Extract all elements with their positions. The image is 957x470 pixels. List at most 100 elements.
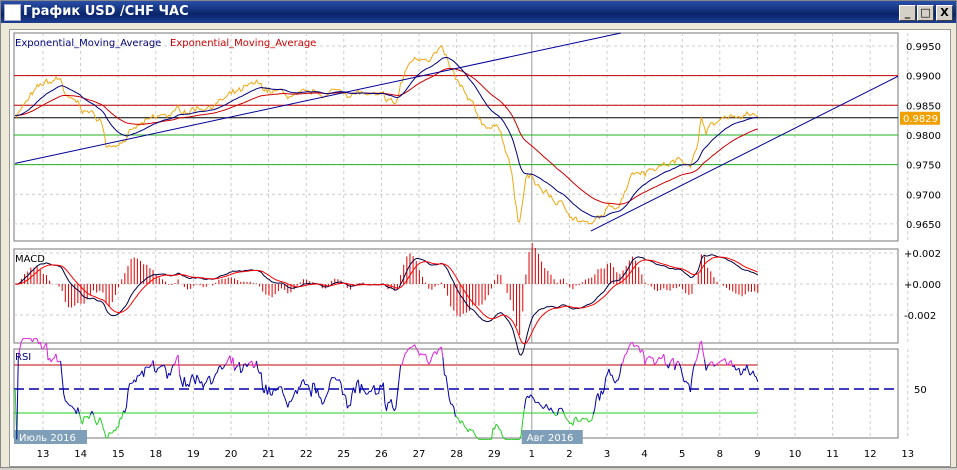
rsi-line-segment (324, 398, 326, 403)
price-tick-label: 0.9800 (906, 131, 941, 142)
ema-slow-line (15, 69, 758, 205)
rsi-line-segment (206, 378, 208, 382)
rsi-line-segment (136, 376, 138, 382)
rsi-line-segment (623, 355, 625, 362)
rsi-line-segment (51, 359, 53, 362)
rsi-line-segment (303, 379, 305, 384)
rsi-line-segment (449, 398, 451, 404)
rsi-line-segment (247, 363, 249, 366)
rsi-line-segment (476, 436, 478, 437)
rsi-line-segment (65, 401, 67, 403)
rsi-line-segment (695, 359, 697, 363)
rsi-line-segment (402, 358, 404, 364)
rsi-line-segment (285, 397, 287, 402)
rsi-line-segment (465, 427, 467, 428)
rsi-line-segment (437, 350, 439, 354)
minimize-button[interactable]: _ (899, 5, 916, 21)
rsi-line-segment (454, 407, 456, 416)
rsi-line-segment (692, 367, 694, 377)
rsi-line-segment (742, 369, 744, 374)
rsi-line-segment (664, 354, 666, 364)
rsi-line-segment (159, 366, 161, 368)
rsi-line-segment (252, 361, 254, 368)
rsi-line-segment (253, 367, 255, 368)
rsi-line-segment (501, 430, 503, 436)
rsi-line-segment (661, 358, 663, 359)
rsi-line-segment (556, 415, 558, 416)
rsi-line-segment (115, 427, 117, 431)
rsi-line-segment (288, 402, 290, 408)
rsi-line-segment (567, 419, 569, 421)
rsi-line-segment (300, 381, 302, 387)
rsi-line-segment (56, 354, 58, 362)
rsi-line-segment (600, 391, 602, 401)
rsi-line-segment (621, 363, 623, 364)
rsi-line-segment (419, 354, 421, 356)
chart-area[interactable]: 1314151819202122252627282912345891011121… (9, 29, 951, 467)
rsi-line-segment (153, 360, 155, 371)
x-tick-label: 18 (149, 449, 162, 460)
rsi-line-segment (386, 402, 388, 410)
rsi-line-segment (612, 375, 614, 380)
rsi-line-segment (587, 419, 589, 422)
rsi-line-segment (311, 383, 313, 397)
title-bar[interactable]: График USD /CHF ЧАС _ □ X (1, 1, 956, 23)
rsi-line-segment (175, 358, 177, 364)
rsi-line-segment (426, 354, 428, 360)
rsi-panel (14, 349, 898, 438)
rsi-line-segment (639, 347, 641, 353)
x-tick-label: 13 (37, 449, 50, 460)
rsi-line-segment (720, 360, 722, 361)
rsi-line-segment (637, 345, 639, 346)
close-button[interactable]: X (936, 5, 953, 21)
rsi-line-segment (592, 414, 594, 420)
rsi-line-segment (396, 394, 398, 408)
rsi-line-segment (629, 343, 631, 346)
rsi-line-segment (463, 423, 465, 427)
x-tick-label: 29 (488, 449, 501, 460)
rsi-line-segment (750, 374, 752, 376)
rsi-line-segment (429, 362, 431, 364)
rsi-line-segment (520, 435, 522, 440)
rsi-line-segment (618, 374, 620, 380)
x-tick-label: 5 (679, 449, 685, 460)
maximize-button[interactable]: □ (917, 5, 934, 21)
rsi-line-segment (673, 358, 675, 370)
rsi-line-segment (474, 433, 476, 436)
rsi-line-segment (391, 399, 393, 407)
rsi-line-segment (191, 374, 193, 379)
macd-tick-label: +0.000 (904, 280, 941, 291)
x-tick-label: 19 (187, 449, 200, 460)
rsi-line-segment (734, 366, 736, 370)
rsi-line-segment (642, 350, 644, 352)
rsi-line-segment (236, 366, 238, 367)
rsi-line-segment (755, 376, 757, 377)
rsi-line-segment (167, 373, 169, 378)
rsi-line-segment (543, 407, 545, 409)
rsi-line-segment (534, 399, 536, 403)
x-tick-label: 1 (529, 449, 535, 460)
rsi-line-segment (72, 406, 74, 408)
rsi-line-segment (609, 369, 611, 375)
x-tick-label: 26 (375, 449, 388, 460)
rsi-line-segment (205, 382, 207, 384)
rsi-line-segment (275, 390, 277, 391)
rsi-line-segment (415, 345, 417, 349)
rsi-line-segment (119, 418, 121, 427)
rsi-line-segment (404, 353, 406, 358)
rsi-line-segment (318, 389, 320, 397)
rsi-line-segment (346, 396, 348, 408)
rsi-line-segment (128, 384, 130, 392)
rsi-line-segment (368, 391, 370, 394)
x-tick-label: 10 (789, 449, 802, 460)
rsi-line-segment (582, 418, 584, 419)
rsi-line-segment (432, 353, 434, 357)
rsi-line-segment (625, 354, 627, 355)
rsi-line-segment (593, 408, 595, 414)
rsi-line-segment (686, 381, 688, 383)
rsi-line-segment (523, 409, 525, 421)
month-label: Авг 2016 (527, 433, 574, 444)
x-tick-label: 27 (413, 449, 426, 460)
x-tick-label: 12 (864, 449, 877, 460)
rsi-line-segment (675, 364, 677, 370)
